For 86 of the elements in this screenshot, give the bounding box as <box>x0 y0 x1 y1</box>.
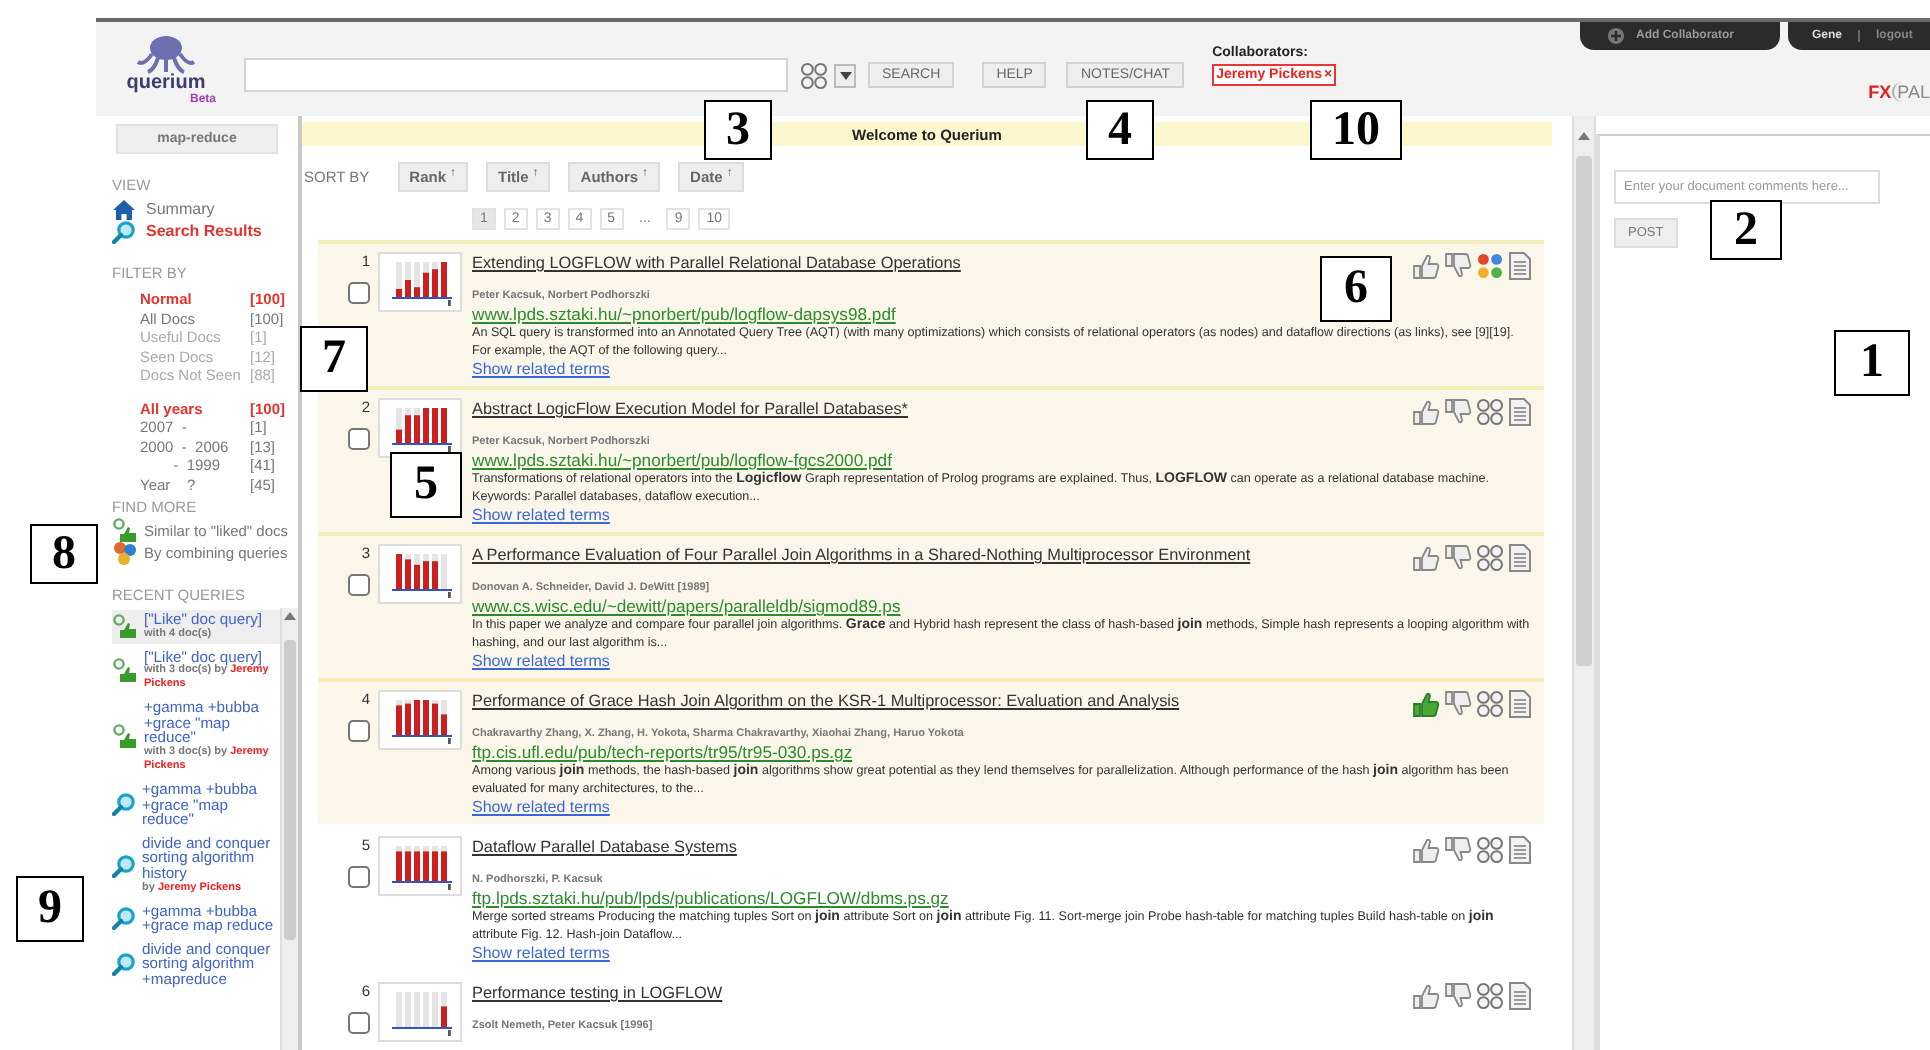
result-link[interactable]: www.cs.wisc.edu/~dewitt/papers/paralleldb/sigmod89.ps <box>472 596 901 616</box>
brand-logo: FX PAL <box>1868 82 1930 102</box>
callout-number: 5 <box>390 452 462 518</box>
related-terms-link[interactable]: Show related terms <box>472 798 610 816</box>
document-icon[interactable] <box>1508 836 1532 864</box>
logo-text: querium <box>126 74 206 94</box>
search-icon <box>112 906 136 931</box>
document-icon[interactable] <box>1508 398 1532 426</box>
checkbox[interactable] <box>348 866 370 888</box>
thumbs-up-icon[interactable] <box>1412 252 1440 280</box>
callout-number: 2 <box>1710 200 1782 260</box>
circles-icon <box>112 540 138 566</box>
thumbs-down-icon[interactable] <box>1444 544 1472 572</box>
checkbox[interactable] <box>348 1012 370 1034</box>
thumbs-up-icon <box>112 613 138 640</box>
scrollbar[interactable] <box>280 608 298 1050</box>
callout-number: 10 <box>1310 100 1402 160</box>
related-terms-link[interactable]: Show related terms <box>472 360 610 378</box>
result-title[interactable]: Extending LOGFLOW with Parallel Relational Database Operations <box>472 254 961 272</box>
thumbs-down-icon[interactable] <box>1444 982 1472 1010</box>
thumbs-up-icon[interactable] <box>1412 544 1440 572</box>
thumbs-up-icon[interactable] <box>1412 982 1440 1010</box>
view-link[interactable]: Search Results <box>112 220 298 242</box>
document-icon[interactable] <box>1508 544 1532 572</box>
bar-thumbnail-drawing <box>378 398 462 458</box>
octopus-icon <box>136 34 196 74</box>
callout-number: 3 <box>704 100 772 160</box>
callout-number: 4 <box>1086 100 1154 160</box>
checkbox[interactable] <box>348 574 370 596</box>
bar-thumbnail-drawing <box>378 836 462 896</box>
thumbs-down-icon[interactable] <box>1444 252 1472 280</box>
plus-icon <box>1608 28 1624 44</box>
circles-icon[interactable] <box>1476 544 1504 572</box>
checkbox[interactable] <box>348 428 370 450</box>
caret-icon <box>839 71 851 79</box>
callout-number: 9 <box>16 876 84 942</box>
dropdown-button[interactable] <box>834 63 856 87</box>
scroll-up-icon[interactable] <box>1578 132 1590 140</box>
callout-number: 6 <box>1320 256 1392 322</box>
related-terms-link[interactable]: Show related terms <box>472 652 610 670</box>
thumbs-up-icon <box>112 518 138 544</box>
bar-thumbnail-drawing <box>378 982 462 1042</box>
circles-icon[interactable] <box>1476 252 1504 280</box>
search-field[interactable] <box>244 58 788 92</box>
bar-thumbnail-drawing <box>378 544 462 604</box>
thumbs-down-icon[interactable] <box>1444 836 1472 864</box>
document-icon[interactable] <box>1508 690 1532 718</box>
circles-icon[interactable] <box>1476 398 1504 426</box>
related-terms-link[interactable]: Show related terms <box>472 944 610 962</box>
callout-number: 1 <box>1834 330 1910 396</box>
result-title[interactable]: Performance of Grace Hash Join Algorithm on the KSR-1 Multiprocessor: Evaluation and Analysis <box>472 692 1180 710</box>
thumbs-down-icon[interactable] <box>1444 398 1472 426</box>
result-title[interactable]: Dataflow Parallel Database Systems <box>472 838 737 856</box>
callout-number: 8 <box>30 524 98 584</box>
home-icon <box>112 197 136 221</box>
checkbox[interactable] <box>348 282 370 304</box>
document-icon[interactable] <box>1508 252 1532 280</box>
circles-icon[interactable] <box>1476 982 1504 1010</box>
thumbs-up-icon[interactable] <box>1412 398 1440 426</box>
circles-icon[interactable] <box>1476 690 1504 718</box>
circles-icon[interactable] <box>800 61 828 89</box>
bar-thumbnail-drawing <box>378 252 462 312</box>
callout-number: 7 <box>300 326 368 392</box>
thumbs-up-icon[interactable] <box>1412 836 1440 864</box>
thumbs-up-icon <box>112 724 138 751</box>
result-link[interactable]: www.lpds.sztaki.hu/~pnorbert/pub/logflow-fgcs2000.pdf <box>472 450 892 470</box>
result-link[interactable]: ftp.lpds.sztaki.hu/pub/lpds/publications/LOGFLOW/dbms.ps.gz <box>472 888 949 908</box>
search-icon <box>112 853 136 878</box>
search-icon <box>112 219 136 243</box>
bar-thumbnail-drawing <box>378 690 462 750</box>
result-title[interactable]: Abstract LogicFlow Execution Model for Parallel Databases* <box>472 400 908 418</box>
checkbox[interactable] <box>348 720 370 742</box>
result-link[interactable]: ftp.cis.ufl.edu/pub/tech-reports/tr95/tr95-030.ps.gz <box>472 742 853 762</box>
result-title[interactable]: Performance testing in LOGFLOW <box>472 984 723 1002</box>
thumbs-up-icon <box>112 657 138 684</box>
search-icon <box>112 952 136 977</box>
view-link[interactable]: Summary <box>112 198 298 220</box>
scroll-up-icon[interactable] <box>284 612 296 620</box>
result-title[interactable]: A Performance Evaluation of Four Parallel Join Algorithms in a Shared-Nothing Multiprocessor Environment <box>472 546 1251 564</box>
thumbs-down-icon[interactable] <box>1444 690 1472 718</box>
document-icon[interactable] <box>1508 982 1532 1010</box>
search-icon <box>112 792 136 817</box>
result-link[interactable]: www.lpds.sztaki.hu/~pnorbert/pub/logflow-dapsys98.pdf <box>472 304 896 324</box>
thumbs-up-icon[interactable] <box>1412 690 1440 718</box>
circles-icon[interactable] <box>1476 836 1504 864</box>
related-terms-link[interactable]: Show related terms <box>472 506 610 524</box>
